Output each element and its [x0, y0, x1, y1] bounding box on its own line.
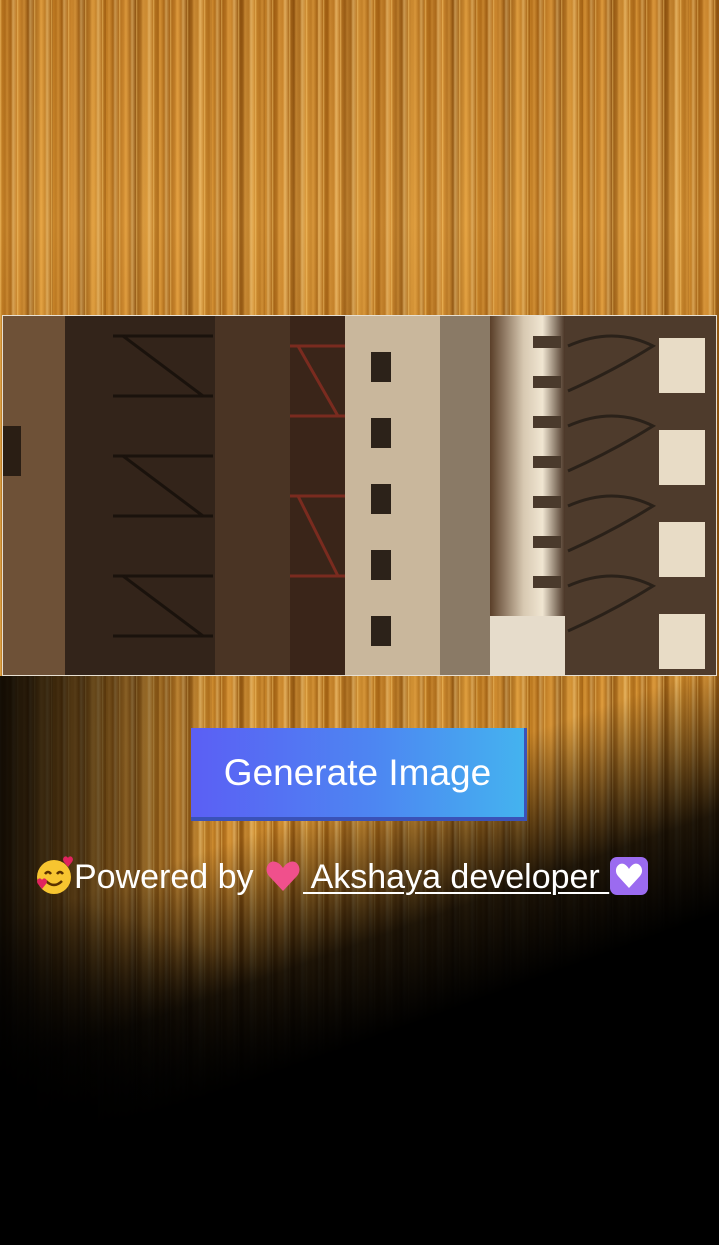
developer-link[interactable]: Akshaya developer	[263, 857, 649, 896]
developer-link-label[interactable]: Akshaya developer	[303, 858, 609, 896]
smiling-face-with-hearts-icon	[37, 856, 73, 895]
generate-image-button[interactable]: Generate Image	[191, 728, 527, 821]
pink-heart-icon	[266, 861, 300, 892]
city-buildings-image-icon	[3, 316, 716, 675]
powered-by-credit: Powered by Akshaya developer	[34, 852, 714, 902]
powered-by-label: Powered by	[74, 858, 263, 896]
white-heart-icon	[610, 857, 649, 896]
generated-image	[2, 315, 717, 676]
app-screen: Generate Image Powered by Akshaya develo…	[0, 0, 719, 1245]
